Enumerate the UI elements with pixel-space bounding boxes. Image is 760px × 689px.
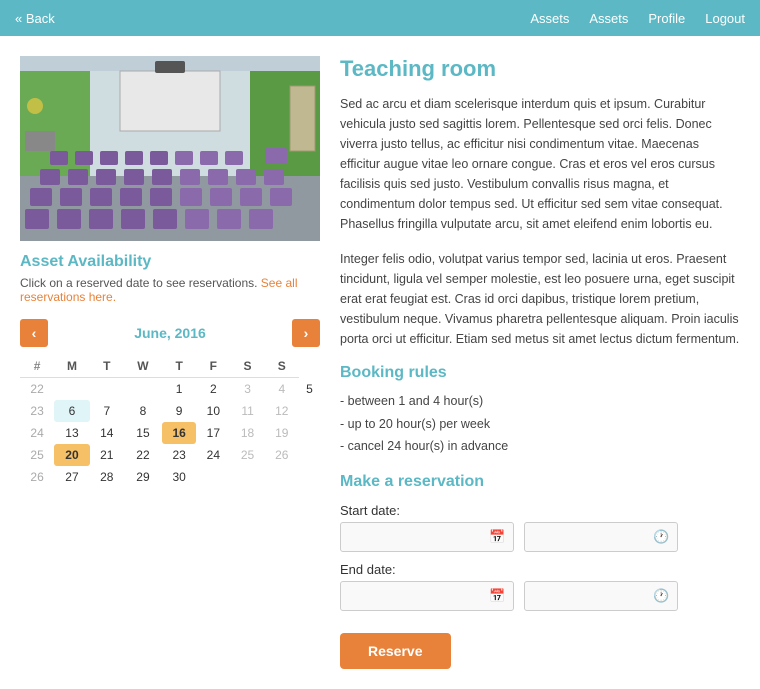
cal-day[interactable]: 1 [162,378,196,401]
start-date-input[interactable] [341,524,481,550]
cal-day [196,466,230,488]
cal-day[interactable]: 29 [124,466,162,488]
cal-day[interactable]: 5 [299,378,320,401]
make-reservation-title: Make a reservation [340,473,740,491]
booking-rules: - between 1 and 4 hour(s)- up to 20 hour… [340,390,740,458]
reserve-button[interactable]: Reserve [340,633,451,669]
calendar-prev-button[interactable]: ‹ [20,319,48,347]
end-time-clock-icon[interactable]: 🕐 [645,582,677,610]
availability-text: Click on a reserved date to see reservat… [20,276,320,304]
calendar-next-button[interactable]: › [292,319,320,347]
profile-link[interactable]: Profile [648,11,685,26]
nav-links: Assets Assets Profile Logout [530,11,745,26]
cal-day[interactable]: 22 [124,444,162,466]
cal-day[interactable]: 8 [124,400,162,422]
cal-day[interactable]: 18 [230,422,264,444]
cal-day[interactable]: 16 [162,422,196,444]
start-date-picker[interactable]: 📅 [340,522,514,552]
cal-week-num: 23 [20,400,54,422]
room-description-1: Sed ac arcu et diam scelerisque interdum… [340,94,740,234]
cal-day[interactable]: 15 [124,422,162,444]
start-date-label: Start date: [340,503,740,518]
cal-header-fri: F [196,355,230,378]
availability-title: Asset Availability [20,253,320,271]
cal-day[interactable]: 6 [54,400,89,422]
calendar-header: ‹ June, 2016 › [20,319,320,347]
assets-link[interactable]: Assets [530,11,569,26]
start-date-calendar-icon[interactable]: 📅 [481,523,513,551]
cal-day[interactable]: 30 [162,466,196,488]
start-date-inputs: 📅 🕐 [340,522,740,552]
cal-day [124,378,162,401]
cal-day[interactable]: 19 [265,422,299,444]
cal-day[interactable]: 17 [196,422,230,444]
right-column: Teaching room Sed ac arcu et diam sceler… [340,56,740,669]
booking-rule-item: - up to 20 hour(s) per week [340,413,740,436]
end-date-row: End date: 📅 🕐 [340,562,740,611]
calendar: ‹ June, 2016 › # M T W T F S S [20,319,320,488]
cal-day[interactable]: 14 [90,422,124,444]
start-time-picker[interactable]: 🕐 [524,522,678,552]
cal-header-sun: S [265,355,299,378]
room-description-2: Integer felis odio, volutpat varius temp… [340,249,740,349]
cal-day[interactable]: 21 [90,444,124,466]
booking-rules-title: Booking rules [340,364,740,382]
back-link[interactable]: « Back [15,11,55,26]
calendar-table: # M T W T F S S 221234523678910111224131… [20,355,320,488]
booking-rule-item: - between 1 and 4 hour(s) [340,390,740,413]
reservations-link[interactable]: Assets [589,11,628,26]
cal-day[interactable]: 23 [162,444,196,466]
cal-header-sat: S [230,355,264,378]
start-time-clock-icon[interactable]: 🕐 [645,523,677,551]
cal-header-wed: W [124,355,162,378]
cal-day[interactable]: 4 [265,378,299,401]
cal-day[interactable]: 24 [196,444,230,466]
end-date-input[interactable] [341,583,481,609]
left-column: Asset Availability Click on a reserved d… [20,56,320,669]
cal-week-num: 25 [20,444,54,466]
cal-header-thu: T [162,355,196,378]
logout-link[interactable]: Logout [705,11,745,26]
navigation: « Back Assets Assets Profile Logout [0,0,760,36]
cal-day[interactable]: 28 [90,466,124,488]
cal-header-tue: T [90,355,124,378]
cal-day[interactable]: 25 [230,444,264,466]
cal-week-num: 26 [20,466,54,488]
end-time-picker[interactable]: 🕐 [524,581,678,611]
start-date-row: Start date: 📅 🕐 [340,503,740,552]
end-date-inputs: 📅 🕐 [340,581,740,611]
booking-rule-item: - cancel 24 hour(s) in advance [340,435,740,458]
main-content: Asset Availability Click on a reserved d… [0,36,760,689]
start-time-input[interactable] [525,524,645,550]
calendar-month-title: June, 2016 [134,325,206,341]
cal-day [90,378,124,401]
room-image [20,56,320,241]
cal-day[interactable]: 7 [90,400,124,422]
cal-day[interactable]: 9 [162,400,196,422]
end-date-label: End date: [340,562,740,577]
cal-header-mon: M [54,355,89,378]
cal-day [54,378,89,401]
end-time-input[interactable] [525,583,645,609]
cal-day[interactable]: 11 [230,400,264,422]
cal-day [230,466,264,488]
cal-week-num: 24 [20,422,54,444]
cal-week-num: 22 [20,378,54,401]
cal-day[interactable]: 3 [230,378,264,401]
cal-day[interactable]: 12 [265,400,299,422]
cal-day[interactable]: 2 [196,378,230,401]
end-date-picker[interactable]: 📅 [340,581,514,611]
room-title: Teaching room [340,56,740,82]
cal-day[interactable]: 13 [54,422,89,444]
cal-day[interactable]: 27 [54,466,89,488]
cal-day[interactable]: 10 [196,400,230,422]
cal-day[interactable]: 20 [54,444,89,466]
cal-header-week: # [20,355,54,378]
cal-day [265,466,299,488]
cal-day[interactable]: 26 [265,444,299,466]
end-date-calendar-icon[interactable]: 📅 [481,582,513,610]
